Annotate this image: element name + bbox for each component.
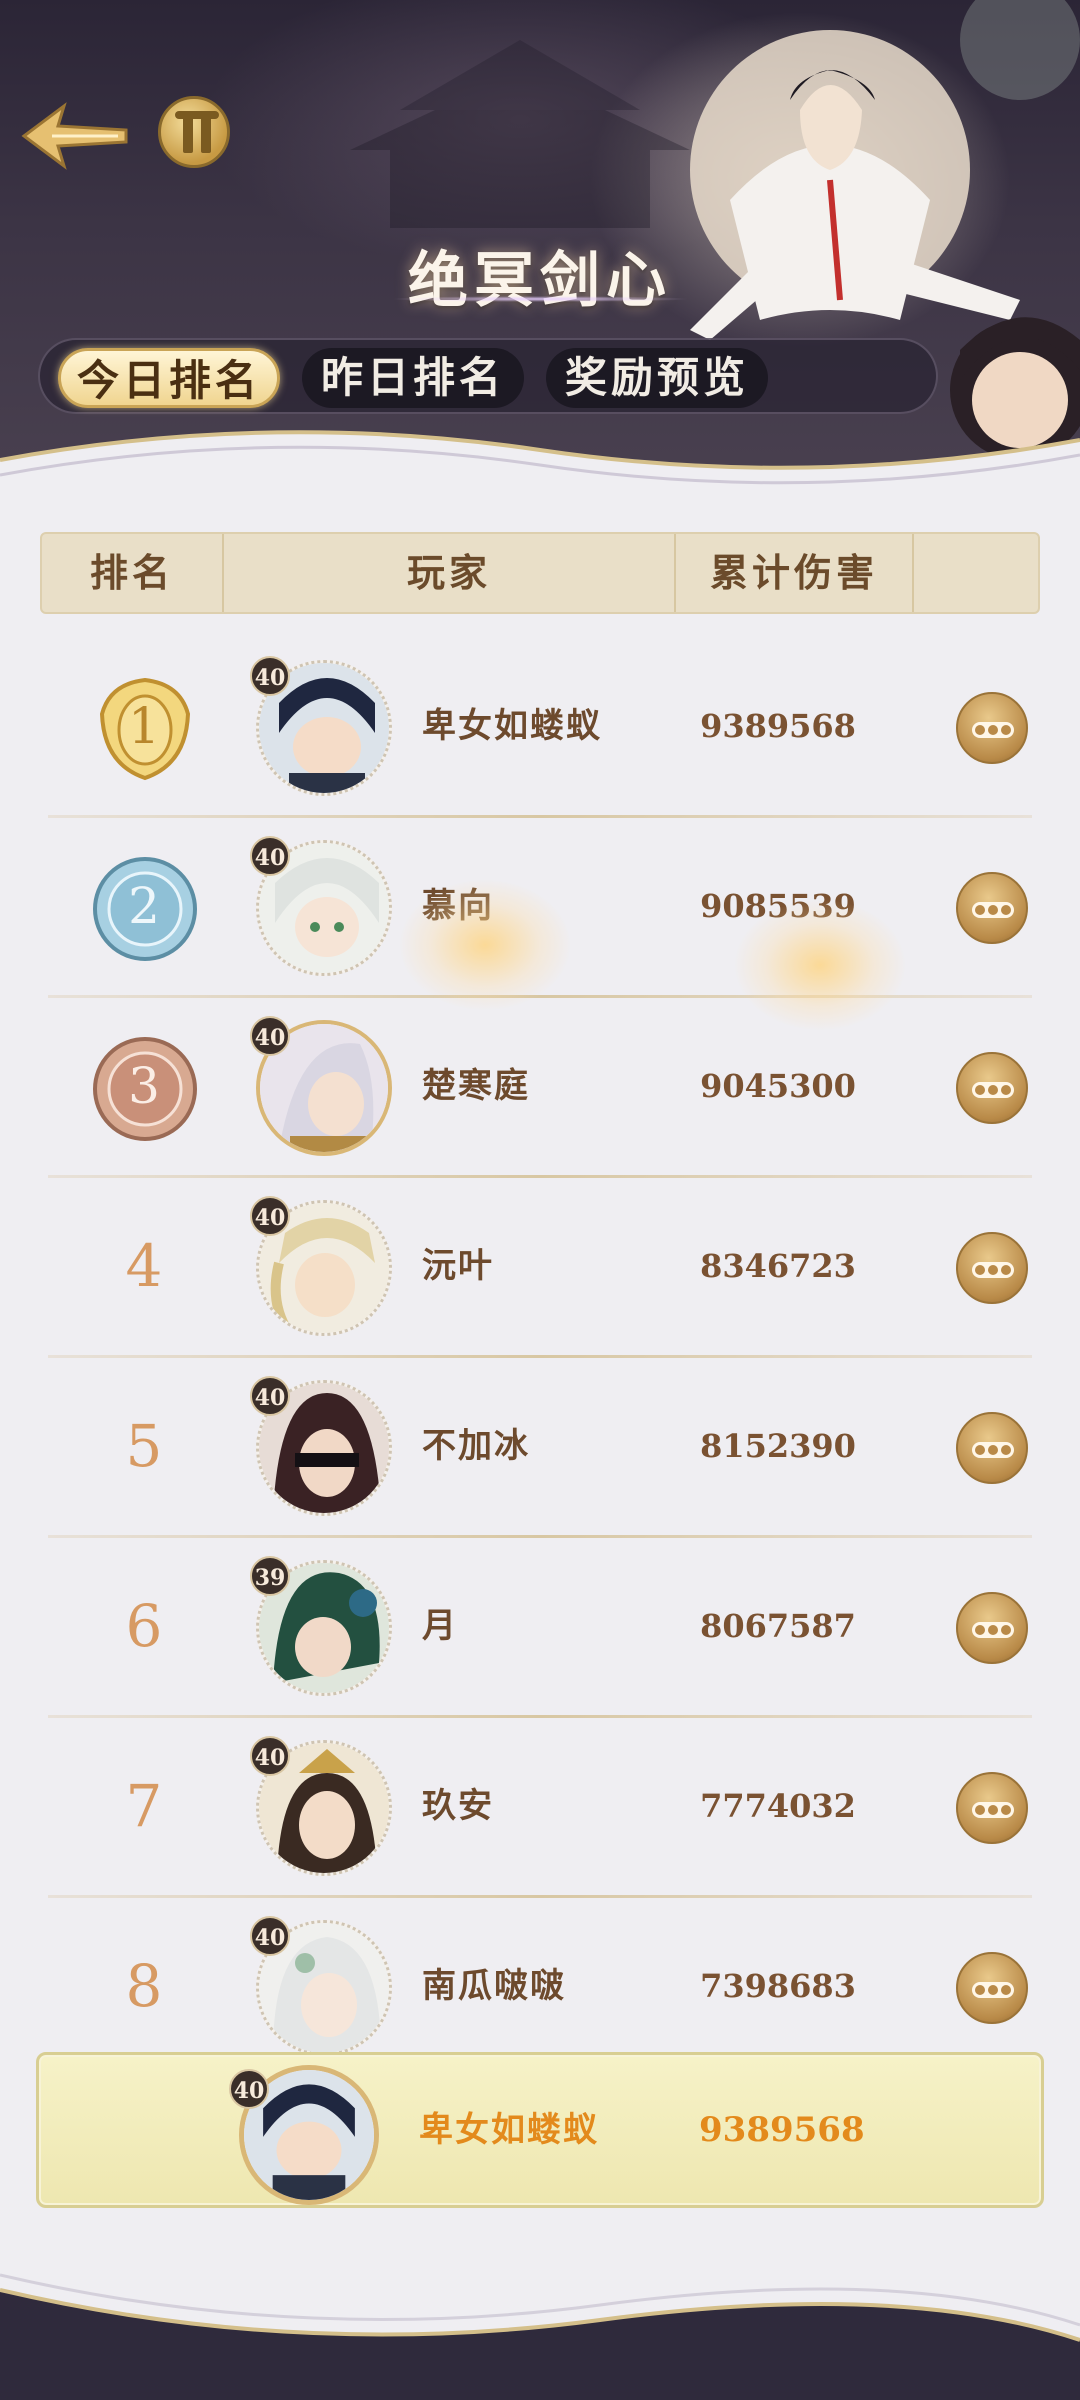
level-badge: 40 (250, 1916, 290, 1956)
more-options-button[interactable] (956, 1052, 1028, 1124)
back-arrow-icon (21, 102, 128, 170)
column-rank: 排名 (89, 550, 174, 595)
more-options-button[interactable] (956, 692, 1028, 764)
damage-value: 9389568 (700, 707, 856, 745)
ranking-row: 7 40 玖安 7774032 (48, 1718, 1032, 1898)
player-name: 月 (422, 1606, 458, 1646)
level-badge: 40 (250, 1196, 290, 1236)
column-player: 玩家 (406, 550, 491, 595)
rank-number: 8 (125, 1952, 163, 2020)
ranking-table-header: 排名 玩家 累计伤害 (40, 532, 1040, 614)
my-level-badge: 40 (229, 2069, 269, 2109)
rank-number: 7 (125, 1772, 163, 1840)
more-dots-icon (972, 1262, 1014, 1278)
back-button[interactable] (18, 96, 130, 176)
rank-number: 3 (128, 1057, 160, 1115)
ranking-row: 2 40 慕向 9085539 (48, 818, 1032, 998)
level-badge: 40 (250, 1736, 290, 1776)
player-name: 沅叶 (422, 1246, 494, 1286)
header-banner: 绝冥剑心 今日排名 昨日排名 奖励预览 (0, 0, 1080, 500)
column-damage: 累计伤害 (709, 550, 878, 595)
player-name: 玖安 (422, 1786, 494, 1826)
tab-reward-preview[interactable]: 奖励预览 (546, 348, 768, 408)
damage-value: 8152390 (700, 1427, 856, 1465)
footer-wave-decoration (0, 2273, 1080, 2400)
more-dots-icon (972, 1442, 1014, 1458)
ranking-row: 4 40 沅叶 8346723 (48, 1178, 1032, 1358)
damage-value: 9085539 (700, 887, 856, 925)
more-dots-icon (972, 722, 1014, 738)
more-options-button[interactable] (956, 1772, 1028, 1844)
more-dots-icon (972, 902, 1014, 918)
damage-value: 8346723 (700, 1247, 856, 1285)
more-dots-icon (972, 1082, 1014, 1098)
level-badge: 40 (250, 656, 290, 696)
damage-value: 7398683 (700, 1967, 856, 2005)
level-badge: 40 (250, 1376, 290, 1416)
rank-number: 1 (128, 697, 160, 755)
more-options-button[interactable] (956, 1592, 1028, 1664)
my-player-name: 卑女如蝼蚁 (419, 2110, 599, 2150)
more-options-button[interactable] (956, 872, 1028, 944)
level-badge: 40 (250, 1016, 290, 1056)
ranking-row: 8 40 南瓜啵啵 7398683 (48, 1898, 1032, 2078)
more-dots-icon (972, 1982, 1014, 1998)
player-name: 楚寒庭 (422, 1066, 530, 1106)
more-dots-icon (972, 1622, 1014, 1638)
damage-value: 7774032 (700, 1787, 856, 1825)
tab-yesterday-ranking[interactable]: 昨日排名 (302, 348, 524, 408)
my-rank-bar: 40 卑女如蝼蚁 9389568 (36, 2052, 1044, 2208)
damage-value: 8067587 (700, 1607, 856, 1645)
more-options-button[interactable] (956, 1952, 1028, 2024)
tab-today-ranking[interactable]: 今日排名 (58, 348, 280, 408)
more-options-button[interactable] (956, 1232, 1028, 1304)
rank-number: 2 (128, 877, 160, 935)
player-name: 南瓜啵啵 (422, 1966, 566, 2006)
rank-number: 6 (125, 1592, 163, 1660)
player-name: 不加冰 (422, 1426, 530, 1466)
column-actions (914, 534, 1038, 612)
header-wave-divider (0, 430, 1080, 500)
ranking-row: 6 39 月 8067587 (48, 1538, 1032, 1718)
my-damage-value: 9389568 (699, 2110, 865, 2150)
level-badge: 40 (250, 836, 290, 876)
title-glow-decoration (390, 296, 690, 302)
shop-button[interactable] (158, 96, 230, 168)
level-badge: 39 (250, 1556, 290, 1596)
ranking-row: 5 40 不加冰 8152390 (48, 1358, 1032, 1538)
rank-number: 5 (125, 1412, 163, 1480)
rank-number: 4 (125, 1232, 163, 1300)
player-name: 卑女如蝼蚁 (422, 706, 602, 746)
player-name: 慕向 (422, 886, 494, 926)
more-options-button[interactable] (956, 1412, 1028, 1484)
event-title: 绝冥剑心 (408, 246, 672, 316)
damage-value: 9045300 (700, 1067, 856, 1105)
more-dots-icon (972, 1802, 1014, 1818)
ranking-row: 3 40 楚寒庭 9045300 (48, 998, 1032, 1178)
ranking-row: 1 40 卑女如蝼蚁 9389568 (48, 638, 1032, 818)
